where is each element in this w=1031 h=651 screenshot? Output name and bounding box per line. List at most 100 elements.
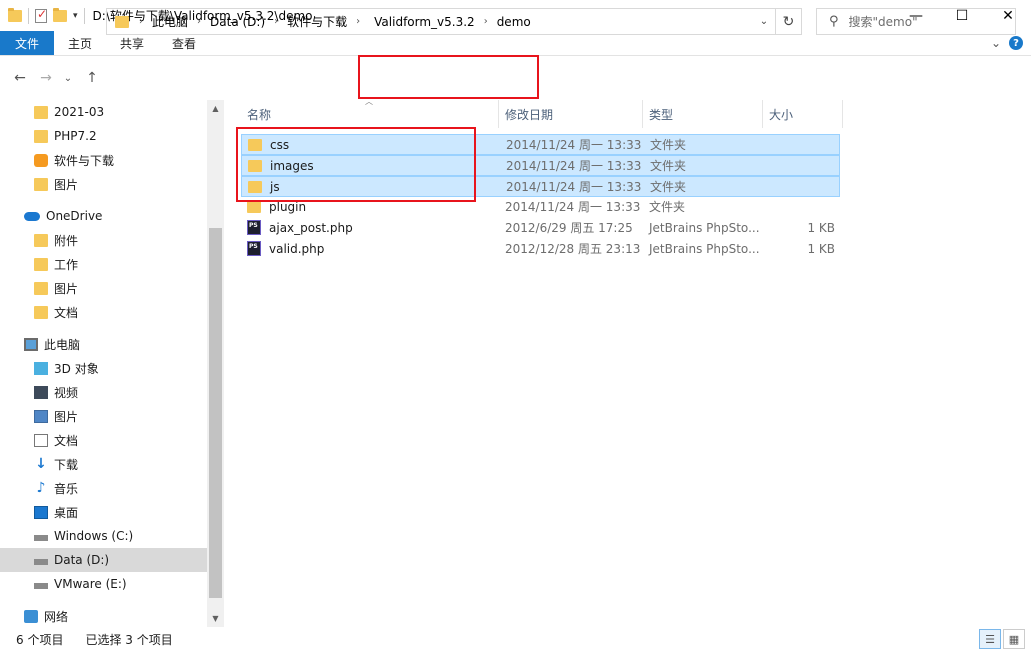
help-icon[interactable]: ? <box>1009 36 1023 50</box>
navigation-pane: 2021-03 PHP7.2 软件与下载 图片 OneDrive 附件 工作 图片 文档 此电脑 3… <box>0 100 224 627</box>
nav-item[interactable]: 视频 <box>0 380 207 404</box>
nav-item-label: 3D 对象 <box>54 361 99 376</box>
file-row[interactable]: PS valid.php 2012/12/28 周五 23:13 JetBrains … <box>241 239 840 260</box>
column-header-type[interactable]: 类型 <box>643 100 763 128</box>
folder-icon <box>34 177 48 191</box>
search-icon: ⚲ <box>829 14 839 29</box>
nav-item[interactable]: 附件 <box>0 228 207 252</box>
file-type: JetBrains PhpSto... <box>649 220 760 235</box>
tab-file[interactable]: 文件 <box>0 31 55 55</box>
nav-item-label: Windows (C:) <box>54 529 134 543</box>
nav-item-label: 附件 <box>54 233 79 248</box>
nav-item[interactable]: 工作 <box>0 252 207 276</box>
nav-item[interactable]: 软件与下载 <box>0 148 207 172</box>
breadcrumb-data-drive[interactable]: Data (D:) <box>210 15 265 29</box>
nav-item[interactable]: 图片 <box>0 276 207 300</box>
video-icon <box>34 385 48 399</box>
file-name-cell: PS ajax_post.php <box>247 218 353 237</box>
breadcrumb-validform[interactable]: Validform_v5.3.2 <box>374 15 475 29</box>
new-folder-icon[interactable] <box>53 7 67 22</box>
file-size <box>770 177 836 196</box>
breadcrumb-separator[interactable]: › <box>274 16 278 27</box>
scroll-down-icon[interactable]: ▼ <box>207 610 224 627</box>
nav-item[interactable]: 文档 <box>0 428 207 452</box>
folder-icon <box>34 257 48 271</box>
nav-item[interactable]: ↓ 下载 <box>0 452 207 476</box>
nav-item-label: 下载 <box>54 457 79 472</box>
nav-scrollbar[interactable]: ▲ ▼ <box>207 100 224 627</box>
nav-item[interactable]: ♪ 音乐 <box>0 476 207 500</box>
tab-home[interactable]: 主页 <box>54 31 106 55</box>
refresh-button[interactable]: ↻ <box>776 8 802 35</box>
file-date: 2012/6/29 周五 17:25 <box>505 221 633 235</box>
recent-locations-button[interactable]: ⌄ <box>60 66 76 90</box>
phpstorm-file-icon: PS <box>247 220 261 235</box>
up-button[interactable]: ↑ <box>80 66 104 90</box>
nav-item[interactable]: 图片 <box>0 404 207 428</box>
desktop-icon <box>34 505 48 519</box>
file-size: 1 KB <box>807 220 835 235</box>
nav-item[interactable]: OneDrive <box>0 204 207 228</box>
phpstorm-file-icon: PS <box>247 241 261 256</box>
music-icon: ♪ <box>36 479 46 496</box>
breadcrumb-this-pc[interactable]: 此电脑 <box>152 13 188 30</box>
search-placeholder: 搜索"demo" <box>848 15 918 29</box>
documents-icon <box>34 433 48 447</box>
breadcrumb-separator[interactable]: › <box>197 16 201 27</box>
nav-item[interactable]: 2021-03 <box>0 100 207 124</box>
nav-item-label: 工作 <box>54 257 79 272</box>
column-header-size[interactable]: 大小 <box>763 100 843 128</box>
nav-item[interactable]: 文档 <box>0 300 207 324</box>
selected-count: 已选择 3 个项目 <box>85 632 173 647</box>
nav-item[interactable]: 此电脑 <box>0 332 207 356</box>
file-size <box>769 197 835 216</box>
status-bar: 6 个项目 已选择 3 个项目 ☰ ▦ <box>0 627 1031 651</box>
column-header-date[interactable]: 修改日期 <box>499 100 643 128</box>
details-view-icon[interactable]: ☰ <box>979 629 1001 649</box>
breadcrumb-separator[interactable]: › <box>484 16 488 27</box>
address-bar[interactable]: › 此电脑 › Data (D:) › 软件与下载 › Validform_v5… <box>106 8 776 35</box>
scroll-up-icon[interactable]: ▲ <box>207 100 224 117</box>
item-count: 6 个项目 <box>16 632 64 647</box>
nav-item-label: 图片 <box>54 409 79 424</box>
scroll-thumb[interactable] <box>209 228 222 598</box>
nav-item[interactable]: PHP7.2 <box>0 124 207 148</box>
file-size: 1 KB <box>807 241 835 256</box>
breadcrumb-demo[interactable]: demo <box>497 15 531 29</box>
file-size <box>770 135 836 154</box>
breadcrumb-separator[interactable]: › <box>139 16 143 27</box>
nav-item[interactable]: 图片 <box>0 172 207 196</box>
nav-item[interactable]: Data (D:) <box>0 548 207 572</box>
breadcrumb-software[interactable]: 软件与下载 <box>287 13 347 30</box>
file-row[interactable]: PS ajax_post.php 2012/6/29 周五 17:25 JetBrai… <box>241 218 840 239</box>
nav-item[interactable]: 网络 <box>0 604 207 628</box>
nav-item[interactable]: 3D 对象 <box>0 356 207 380</box>
nav-item[interactable]: 桌面 <box>0 500 207 524</box>
quick-access-toolbar: ▾ <box>0 7 85 24</box>
customize-toolbar-icon[interactable]: ▾ <box>73 11 78 21</box>
back-button[interactable]: ← <box>8 66 32 90</box>
nav-item[interactable]: VMware (E:) <box>0 572 207 596</box>
nav-item-label: OneDrive <box>46 209 103 223</box>
folder-icon <box>34 129 48 143</box>
file-type: JetBrains PhpSto... <box>649 241 760 256</box>
divider <box>28 7 29 24</box>
3d-objects-icon <box>34 361 48 375</box>
address-dropdown-icon[interactable]: ⌄ <box>753 9 775 34</box>
nav-item-label: 图片 <box>54 281 79 296</box>
search-input[interactable]: ⚲ 搜索"demo" <box>816 8 1016 35</box>
properties-icon[interactable] <box>35 7 47 23</box>
forward-button[interactable]: → <box>34 66 58 90</box>
large-icons-view-icon[interactable]: ▦ <box>1003 629 1025 649</box>
folder-icon <box>34 281 48 295</box>
nav-item[interactable]: Windows (C:) <box>0 524 207 548</box>
breadcrumb-separator[interactable]: › <box>356 16 360 27</box>
divider <box>83 7 85 24</box>
highlight-box-address <box>358 55 539 99</box>
file-date: 2012/12/28 周五 23:13 <box>505 242 641 256</box>
nav-item-label: 文档 <box>54 433 79 448</box>
file-type: 文件夹 <box>650 159 687 173</box>
file-name: ajax_post.php <box>269 220 353 235</box>
expand-ribbon-icon[interactable]: ⌄ <box>991 36 1001 50</box>
column-header-name[interactable]: 名称 <box>241 100 499 128</box>
